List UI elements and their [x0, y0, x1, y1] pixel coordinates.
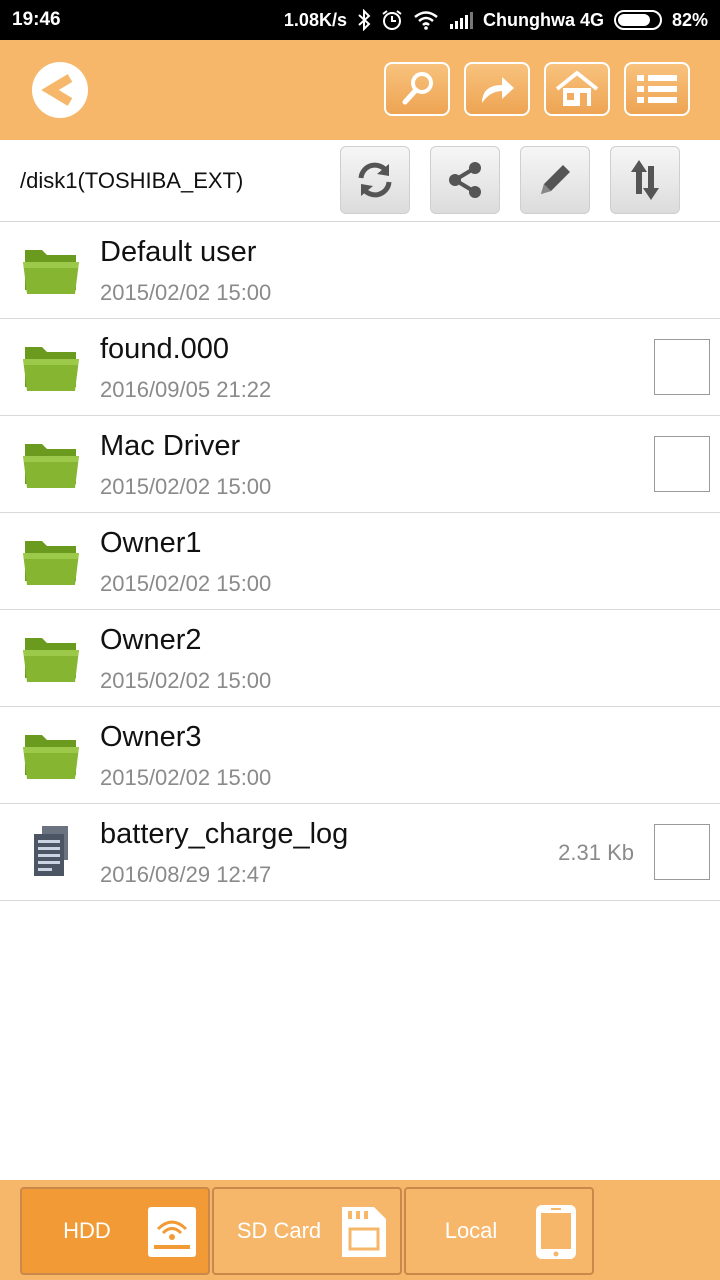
folder-icon: [23, 444, 79, 488]
item-name: Owner3: [100, 721, 202, 753]
item-name: Owner2: [100, 624, 202, 656]
item-date: 2015/02/02 15:00: [100, 765, 272, 790]
select-checkbox[interactable]: [654, 339, 710, 395]
folder-icon: [23, 347, 79, 391]
folder-row[interactable]: Owner2 2015/02/02 15:00: [0, 610, 720, 707]
current-path: /disk1(TOSHIBA_EXT): [20, 168, 244, 193]
item-date: 2015/02/02 15:00: [100, 571, 272, 596]
item-date: 2015/02/02 15:00: [100, 474, 272, 499]
network-speed: 1.08K/s: [283, 9, 347, 30]
item-date: 2016/09/05 21:22: [100, 377, 272, 402]
item-date: 2016/08/29 12:47: [100, 862, 272, 887]
battery-percent: 82%: [671, 9, 708, 30]
refresh-button[interactable]: [340, 146, 410, 214]
bottom-tab-bar: HDD SD Card Local: [0, 1180, 720, 1280]
edit-button[interactable]: [520, 146, 590, 214]
bluetooth-icon: [357, 9, 371, 31]
key-icon: [402, 72, 433, 105]
tab-sd-card[interactable]: SD Card: [212, 1187, 402, 1275]
item-name: Default user: [100, 236, 257, 268]
sort-button[interactable]: [610, 146, 680, 214]
item-date: 2015/02/02 15:00: [100, 280, 272, 305]
select-checkbox[interactable]: [654, 824, 710, 880]
select-checkbox[interactable]: [654, 436, 710, 492]
battery-icon: [613, 10, 662, 30]
pencil-icon: [541, 165, 570, 194]
carrier-name: Chunghwa 4G: [482, 9, 604, 30]
home-icon: [555, 70, 599, 106]
path-bar: /disk1(TOSHIBA_EXT): [0, 140, 720, 222]
back-icon: [32, 62, 88, 118]
forward-button[interactable]: [464, 62, 530, 116]
menu-list-button[interactable]: [624, 62, 690, 116]
smartphone-icon: [536, 1205, 576, 1259]
file-list: Default user 2015/02/02 15:00 found.000 201…: [0, 222, 720, 901]
forward-arrow-icon: [482, 77, 514, 103]
home-button[interactable]: [544, 62, 610, 116]
item-date: 2015/02/02 15:00: [100, 668, 272, 693]
item-size: 2.31 Kb: [558, 840, 634, 865]
list-icon: [637, 75, 677, 103]
back-button[interactable]: [30, 60, 90, 120]
folder-icon: [23, 735, 79, 779]
folder-icon: [23, 541, 79, 585]
status-bar: 19:46 1.08K/s Chunghwa 4G 82%: [0, 0, 720, 40]
tab-label: SD Card: [236, 1218, 322, 1243]
wifi-icon: [413, 10, 439, 30]
item-name: battery_charge_log: [100, 818, 349, 850]
folder-row[interactable]: Owner3 2015/02/02 15:00: [0, 707, 720, 804]
folder-row[interactable]: Owner1 2015/02/02 15:00: [0, 513, 720, 610]
tab-hdd[interactable]: HDD: [20, 1187, 210, 1275]
signal-icon: [449, 11, 473, 29]
sort-arrows-icon: [631, 160, 659, 200]
tab-local[interactable]: Local: [404, 1187, 594, 1275]
sd-card-icon: [342, 1207, 386, 1257]
alarm-icon: [381, 9, 403, 31]
refresh-icon: [358, 162, 392, 198]
share-button[interactable]: [430, 146, 500, 214]
folder-icon: [23, 638, 79, 682]
top-toolbar: [0, 40, 720, 140]
hdd-wifi-icon: [148, 1207, 196, 1257]
tab-label: Local: [444, 1218, 498, 1243]
search-button[interactable]: [384, 62, 450, 116]
tab-label: HDD: [63, 1218, 111, 1243]
document-icon: [34, 826, 68, 876]
folder-row[interactable]: Default user 2015/02/02 15:00: [0, 222, 720, 319]
item-name: Mac Driver: [100, 430, 241, 462]
file-row[interactable]: battery_charge_log 2016/08/29 12:47 2.31 K…: [0, 804, 720, 901]
folder-row[interactable]: found.000 2016/09/05 21:22: [0, 319, 720, 416]
share-icon: [449, 162, 481, 198]
item-name: found.000: [100, 333, 230, 365]
status-right: 1.08K/s Chunghwa 4G 82%: [284, 9, 708, 31]
folder-row[interactable]: Mac Driver 2015/02/02 15:00: [0, 416, 720, 513]
status-time: 19:46: [12, 9, 61, 30]
battery-fill: [617, 14, 651, 26]
item-name: Owner1: [100, 527, 202, 559]
folder-icon: [23, 250, 79, 294]
